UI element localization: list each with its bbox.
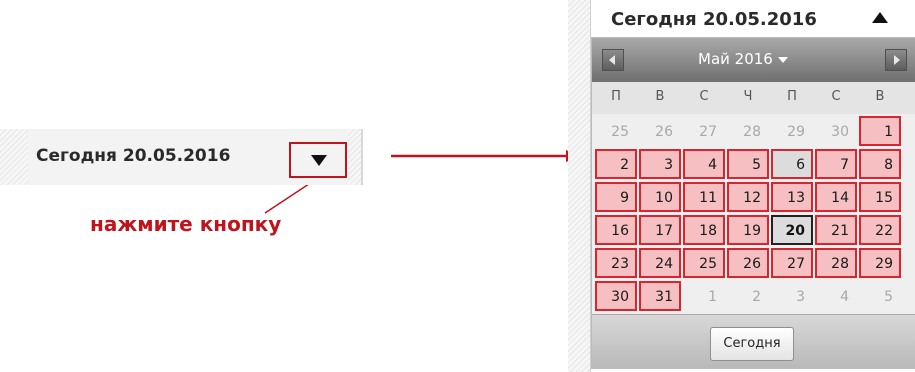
calendar-day[interactable]: 13	[771, 182, 813, 212]
calendar-day[interactable]: 4	[683, 149, 725, 179]
month-navigation-bar: Май 2016	[592, 38, 915, 82]
calendar-day-outside-month[interactable]: 29	[771, 116, 813, 146]
weekday-label: С	[831, 89, 841, 104]
calendar-day[interactable]: 5	[727, 149, 769, 179]
calendar-day[interactable]: 8	[859, 149, 901, 179]
chevron-right-icon	[894, 55, 900, 65]
hatch-pattern	[568, 0, 591, 372]
calendar-day[interactable]: 16	[595, 215, 637, 245]
collapse-calendar-button[interactable]	[872, 12, 890, 26]
calendar-day[interactable]: 10	[639, 182, 681, 212]
calendar-day[interactable]: 12	[727, 182, 769, 212]
click-hint-text: нажмите кнопку	[90, 212, 282, 236]
calendar-popup: Май 2016 ПВСЧПСВ 25 26 27 28 29 30 1 2 3 4 5 6 7 8 9 10…	[591, 37, 915, 369]
weekday-label: В	[875, 89, 885, 104]
calendar-day[interactable]: 31	[639, 281, 681, 311]
weekday-label: Ч	[743, 89, 753, 104]
calendar-day-outside-month[interactable]: 25	[595, 116, 637, 146]
calendar-day[interactable]: 25	[683, 248, 725, 278]
next-month-button[interactable]	[885, 49, 907, 71]
calendar-day-outside-month[interactable]: 2	[727, 281, 769, 311]
today-button[interactable]: Сегодня	[710, 327, 794, 361]
calendar-day[interactable]: 22	[859, 215, 901, 245]
weekday-label: С	[699, 89, 709, 104]
collapsed-date-widget: Сегодня 20.05.2016	[0, 129, 363, 185]
calendar-day-outside-month[interactable]: 3	[771, 281, 813, 311]
calendar-day[interactable]: 14	[815, 182, 857, 212]
calendar-day-outside-month[interactable]: 27	[683, 116, 725, 146]
month-title-label: Май 2016	[698, 50, 773, 68]
calendar-day[interactable]: 24	[639, 248, 681, 278]
calendar-day[interactable]: 11	[683, 182, 725, 212]
weekday-header-row: ПВСЧПСВ	[592, 82, 915, 114]
weekday-label: П	[611, 89, 621, 104]
triangle-up-icon	[872, 12, 888, 23]
weekday-label: П	[787, 89, 797, 104]
chevron-left-icon	[609, 55, 615, 65]
calendar-day[interactable]: 17	[639, 215, 681, 245]
calendar-day[interactable]: 7	[815, 149, 857, 179]
calendar-day[interactable]: 28	[815, 248, 857, 278]
today-date-label: Сегодня 20.05.2016	[36, 146, 231, 166]
month-select[interactable]: Май 2016	[698, 50, 788, 68]
today-date-label: Сегодня 20.05.2016	[611, 9, 817, 30]
calendar-day[interactable]: 23	[595, 248, 637, 278]
expand-calendar-button[interactable]	[289, 142, 347, 178]
calendar-day-outside-month[interactable]: 4	[815, 281, 857, 311]
triangle-down-icon	[311, 155, 327, 166]
calendar-day[interactable]: 3	[639, 149, 681, 179]
weekday-label: В	[655, 89, 665, 104]
calendar-day-outside-month[interactable]: 30	[815, 116, 857, 146]
calendar-day[interactable]: 1	[859, 116, 901, 146]
calendar-day[interactable]: 30	[595, 281, 637, 311]
calendar-day[interactable]: 15	[859, 182, 901, 212]
calendar-day[interactable]: 9	[595, 182, 637, 212]
calendar-day[interactable]: 18	[683, 215, 725, 245]
calendar-day[interactable]: 21	[815, 215, 857, 245]
calendar-day[interactable]: 29	[859, 248, 901, 278]
calendar-day[interactable]: 19	[727, 215, 769, 245]
calendar-footer: Сегодня	[592, 314, 915, 368]
calendar-day-outside-month[interactable]: 26	[639, 116, 681, 146]
calendar-day-outside-month[interactable]: 28	[727, 116, 769, 146]
hatch-pattern	[0, 129, 28, 185]
chevron-down-icon	[777, 56, 788, 63]
calendar-day[interactable]: 27	[771, 248, 813, 278]
prev-month-button[interactable]	[602, 49, 624, 71]
calendar-day[interactable]: 26	[727, 248, 769, 278]
calendar-day-outside-month[interactable]: 1	[683, 281, 725, 311]
hatch-pattern	[348, 129, 361, 185]
calendar-day[interactable]: 2	[595, 149, 637, 179]
calendar-day[interactable]: 20	[771, 215, 813, 245]
calendar-day[interactable]: 6	[771, 149, 813, 179]
calendar-day-outside-month[interactable]: 5	[859, 281, 901, 311]
